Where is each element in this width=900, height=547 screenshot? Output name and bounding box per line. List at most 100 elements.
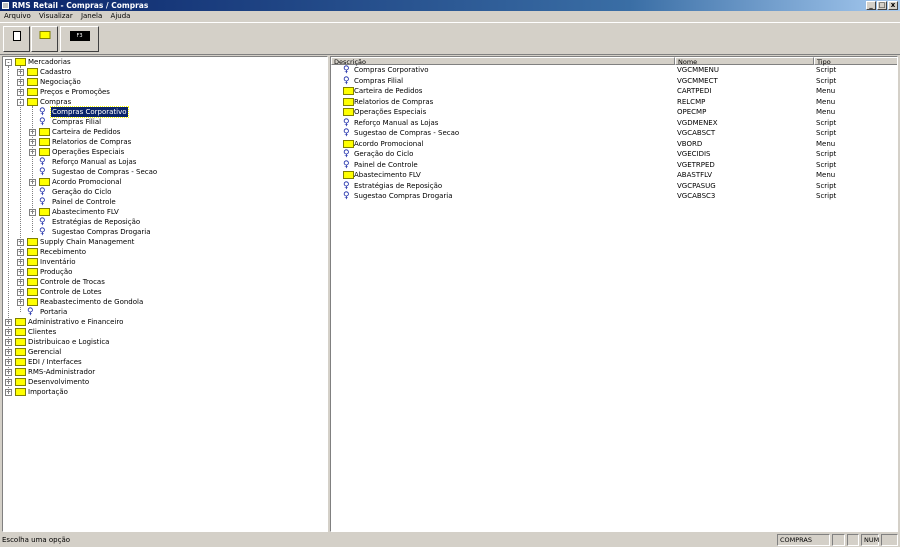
tree-item[interactable]: ♀ Compras Filial <box>3 117 323 127</box>
list-item[interactable]: Carteira de Pedidos CARTPEDI Menu <box>331 86 897 96</box>
column-header-descricao[interactable]: Descrição <box>331 57 675 66</box>
tree-item[interactable]: + Cadastro <box>3 67 323 77</box>
list-item[interactable]: ♀ Sugestao Compras Drogaria VGCABSC3 Script <box>331 191 897 201</box>
tree-item[interactable]: ♀ Portaria <box>3 307 323 317</box>
tree-item[interactable]: ♀ Compras Corporativo <box>3 106 323 118</box>
status-panel-blank-1 <box>832 534 845 546</box>
tree-item[interactable]: - Mercadorias <box>3 57 323 67</box>
tree-item[interactable]: ♀ Reforço Manual as Lojas <box>3 157 323 167</box>
folder-icon <box>27 268 38 276</box>
list-item[interactable]: ♀ Compras Corporativo VGCMMENU Script <box>331 65 897 75</box>
tree-item-label: Acordo Promocional <box>52 178 122 186</box>
tree-item[interactable]: + Administrativo e Financeiro <box>3 317 323 327</box>
menu-janela[interactable]: Janela <box>78 11 105 22</box>
tree-item[interactable]: + Desenvolvimento <box>3 377 323 387</box>
list-cell-name: OPECMP <box>677 108 707 116</box>
list-item[interactable]: Relatorios de Compras RELCMP Menu <box>331 97 897 107</box>
list-cell-desc: Abastecimento FLV <box>354 171 421 179</box>
list-cell-type: Script <box>816 129 837 137</box>
maximize-button[interactable]: □ <box>877 1 887 10</box>
folder-icon <box>15 388 26 396</box>
tree-item[interactable]: + Acordo Promocional <box>3 177 323 187</box>
list-cell-name: VGETRPED <box>677 160 715 169</box>
tree-item[interactable]: + Carteira de Pedidos <box>3 127 323 137</box>
folder-icon <box>343 139 354 148</box>
list-item[interactable]: Abastecimento FLV ABASTFLV Menu <box>331 170 897 180</box>
folder-icon <box>39 138 50 146</box>
tree-item[interactable]: + Gerencial <box>3 347 323 357</box>
tree-item[interactable]: + Relatorios de Compras <box>3 137 323 147</box>
folder-icon <box>343 171 354 179</box>
list-item[interactable]: ♀ Geração do Ciclo VGECIDIS Script <box>331 149 897 159</box>
list-cell-name: VGCABSCT <box>677 129 716 137</box>
folder-icon <box>27 238 38 246</box>
tree-item[interactable]: + EDI / Interfaces <box>3 357 323 367</box>
tree-item[interactable]: + Abastecimento FLV <box>3 207 323 217</box>
list-item[interactable]: Operações Especiais OPECMP Menu <box>331 107 897 117</box>
tree-guide-line <box>20 66 21 312</box>
tree-item[interactable]: ♀ Painel de Controle <box>3 197 323 207</box>
tree-item-label: Administrativo e Financeiro <box>28 318 124 326</box>
tree-item-label: Painel de Controle <box>52 198 116 206</box>
folder-icon <box>27 98 38 106</box>
list-item[interactable]: ♀ Sugestao de Compras - Secao VGCABSCT Scri… <box>331 128 897 138</box>
tree-item[interactable]: + Preços e Promoções <box>3 87 323 97</box>
open-button[interactable] <box>31 26 58 52</box>
tree-item[interactable]: + Produção <box>3 267 323 277</box>
tree-item[interactable]: ♀ Sugestao de Compras - Secao <box>3 167 323 177</box>
menu-tree-pane[interactable]: - Mercadorias + Cadastro + Negociação + Preços … <box>2 56 328 532</box>
folder-icon <box>343 108 354 116</box>
menu-visualizar[interactable]: Visualizar <box>36 11 76 22</box>
close-button[interactable]: x <box>888 1 898 10</box>
tree-item-label: Inventário <box>40 258 76 266</box>
tree-item[interactable]: + Reabastecimento de Gondola <box>3 297 323 307</box>
list-item[interactable]: ♀ Estratégias de Reposição VGCPASUG Script <box>331 180 897 191</box>
tree-item[interactable]: ♀ Geração do Ciclo <box>3 187 323 197</box>
tree-item[interactable]: + Operações Especiais <box>3 147 323 157</box>
minimize-button[interactable]: _ <box>866 1 876 10</box>
script-icon: ♀ <box>343 180 350 191</box>
list-cell-type: Menu <box>816 139 836 148</box>
tree-item[interactable]: + Supply Chain Management <box>3 237 323 247</box>
f3-button[interactable]: F3 <box>60 26 99 52</box>
script-icon: ♀ <box>39 227 46 237</box>
list-cell-type: Menu <box>816 171 836 179</box>
tree-item[interactable]: + Distribuicao e Logistica <box>3 337 323 347</box>
tree-item-label: Compras Corporativo <box>50 106 129 118</box>
column-header-nome[interactable]: Nome <box>675 57 814 66</box>
list-header: Descrição Nome Tipo <box>331 57 897 66</box>
tree-item-label: Sugestao de Compras - Secao <box>52 168 158 176</box>
folder-icon <box>343 97 354 106</box>
tree-item[interactable]: - Compras <box>3 97 323 107</box>
tree-item[interactable]: + RMS-Administrador <box>3 367 323 377</box>
collapse-icon[interactable]: - <box>5 59 12 66</box>
folder-icon <box>27 78 38 86</box>
list-item[interactable]: Acordo Promocional VBORD Menu <box>331 139 897 149</box>
list-cell-desc: Painel de Controle <box>354 160 418 169</box>
script-icon: ♀ <box>39 107 46 117</box>
tree-item[interactable]: + Clientes <box>3 327 323 337</box>
menu-arquivo[interactable]: Arquivo <box>0 11 34 22</box>
list-item[interactable]: ♀ Compras Filial VGCMMECT Script <box>331 76 897 86</box>
tree-item[interactable]: + Controle de Lotes <box>3 287 323 297</box>
tree-item[interactable]: ♀ Estratégias de Reposição <box>3 217 323 227</box>
column-header-tipo[interactable]: Tipo <box>814 57 897 66</box>
tree-item-label: Gerencial <box>28 348 62 356</box>
tree-item[interactable]: + Recebimento <box>3 247 323 257</box>
folder-icon <box>27 288 38 296</box>
list-cell-name: VGCMMENU <box>677 66 719 74</box>
list-item[interactable]: ♀ Painel de Controle VGETRPED Script <box>331 160 897 170</box>
tree-item[interactable]: + Negociação <box>3 77 323 87</box>
script-icon: ♀ <box>343 65 350 75</box>
tree-item[interactable]: ♀ Sugestao Compras Drogaria <box>3 227 323 237</box>
tree-item-label: Controle de Trocas <box>40 278 105 286</box>
menu-ajuda[interactable]: Ajuda <box>108 11 134 22</box>
new-button[interactable] <box>3 26 30 52</box>
tree-item[interactable]: + Controle de Trocas <box>3 277 323 287</box>
folder-icon <box>39 178 50 186</box>
list-item[interactable]: ♀ Reforço Manual as Lojas VGDMENEX Script <box>331 118 897 128</box>
tree-item[interactable]: + Importação <box>3 387 323 397</box>
tree-item[interactable]: + Inventário <box>3 257 323 267</box>
list-cell-type: Script <box>816 192 837 200</box>
item-list-pane[interactable]: Descrição Nome Tipo ♀ Compras Corporativo… <box>330 56 898 532</box>
